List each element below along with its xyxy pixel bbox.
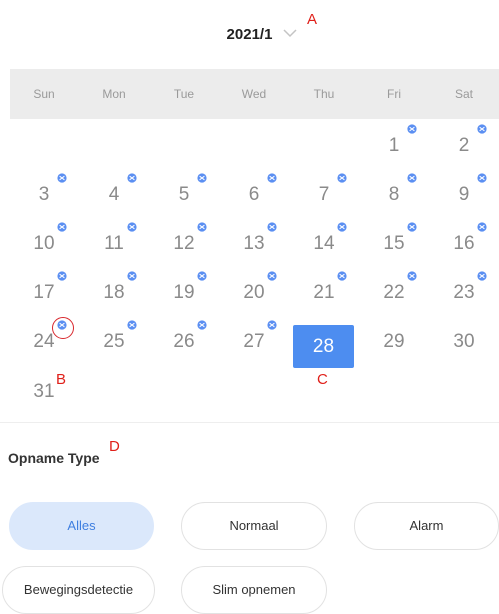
recording-dot-icon	[197, 173, 207, 183]
calendar-day-25[interactable]: 25	[79, 331, 149, 353]
calendar-day-6[interactable]: 6	[219, 184, 289, 206]
filter-chip-alles[interactable]: Alles	[9, 502, 154, 550]
recording-dot-icon	[127, 173, 137, 183]
annotation-circle-marker	[52, 317, 74, 339]
calendar-day-19[interactable]: 19	[149, 282, 219, 304]
recording-dot-icon	[407, 271, 417, 281]
selected-day-28[interactable]: 28	[293, 325, 354, 368]
filter-chip-label: Normaal	[229, 518, 279, 533]
filter-chip-label: Alarm	[409, 518, 444, 533]
calendar-day-26[interactable]: 26	[149, 331, 219, 353]
recording-dot-icon	[57, 222, 67, 232]
calendar-day-3[interactable]: 3	[9, 184, 79, 206]
recording-dot-icon	[267, 173, 277, 183]
calendar-day-5[interactable]: 5	[149, 184, 219, 206]
recording-dot-icon	[57, 173, 67, 183]
recording-dot-icon	[267, 271, 277, 281]
annotation-b: B	[56, 371, 67, 388]
annotation-c: C	[317, 371, 328, 388]
calendar-day-2[interactable]: 2	[429, 135, 499, 157]
calendar-day-29[interactable]: 29	[359, 331, 429, 353]
recording-type-title: Opname Type	[8, 450, 100, 466]
recording-dot-icon	[337, 222, 347, 232]
calendar-day-20[interactable]: 20	[219, 282, 289, 304]
recording-dot-icon	[197, 222, 207, 232]
recording-dot-icon	[127, 222, 137, 232]
recording-dot-icon	[197, 271, 207, 281]
calendar-day-16[interactable]: 16	[429, 233, 499, 255]
section-divider	[0, 422, 499, 423]
selected-day-label: 28	[312, 336, 335, 357]
recording-dot-icon	[407, 124, 417, 134]
recording-dot-icon	[407, 222, 417, 232]
filter-chip-label: Slim opnemen	[212, 582, 296, 597]
calendar-day-1[interactable]: 1	[359, 135, 429, 157]
recording-dot-icon	[337, 173, 347, 183]
calendar-day-22[interactable]: 22	[359, 282, 429, 304]
filter-chip-alarm[interactable]: Alarm	[354, 502, 499, 550]
calendar-day-18[interactable]: 18	[79, 282, 149, 304]
calendar-day-27[interactable]: 27	[219, 331, 289, 353]
calendar-day-30[interactable]: 30	[429, 331, 499, 353]
calendar-day-8[interactable]: 8	[359, 184, 429, 206]
calendar-day-9[interactable]: 9	[429, 184, 499, 206]
annotation-d: D	[109, 438, 120, 455]
filter-chip-slim-opnemen[interactable]: Slim opnemen	[181, 566, 327, 614]
calendar-day-23[interactable]: 23	[429, 282, 499, 304]
filter-chip-label: Bewegingsdetectie	[23, 582, 134, 597]
calendar-day-15[interactable]: 15	[359, 233, 429, 255]
recording-dot-icon	[477, 271, 487, 281]
calendar-day-7[interactable]: 7	[289, 184, 359, 206]
recording-dot-icon	[127, 271, 137, 281]
calendar-day-17[interactable]: 17	[9, 282, 79, 304]
recording-dot-icon	[407, 173, 417, 183]
recording-dot-icon	[337, 271, 347, 281]
filter-chip-normaal[interactable]: Normaal	[181, 502, 327, 550]
recording-dot-icon	[197, 320, 207, 330]
calendar-day-14[interactable]: 14	[289, 233, 359, 255]
calendar-day-31[interactable]: 31	[9, 381, 79, 403]
calendar-day-13[interactable]: 13	[219, 233, 289, 255]
calendar-day-21[interactable]: 21	[289, 282, 359, 304]
recording-dot-icon	[127, 320, 137, 330]
recording-dot-icon	[57, 271, 67, 281]
calendar-grid: 1 2 3 4 5 6 7 8 9 10 11 12 13 14 15 16 17 18 19 20 21 22 23 24 2…	[0, 0, 499, 422]
recording-dot-icon	[267, 320, 277, 330]
calendar-day-12[interactable]: 12	[149, 233, 219, 255]
filter-chip-label: Alles	[67, 518, 96, 533]
recording-dot-icon	[267, 222, 277, 232]
recording-dot-icon	[477, 222, 487, 232]
calendar-day-11[interactable]: 11	[79, 233, 149, 255]
calendar-day-10[interactable]: 10	[9, 233, 79, 255]
recording-dot-icon	[477, 173, 487, 183]
filter-chip-bewegingsdetectie[interactable]: Bewegingsdetectie	[2, 566, 155, 614]
calendar-day-4[interactable]: 4	[79, 184, 149, 206]
recording-dot-icon	[477, 124, 487, 134]
